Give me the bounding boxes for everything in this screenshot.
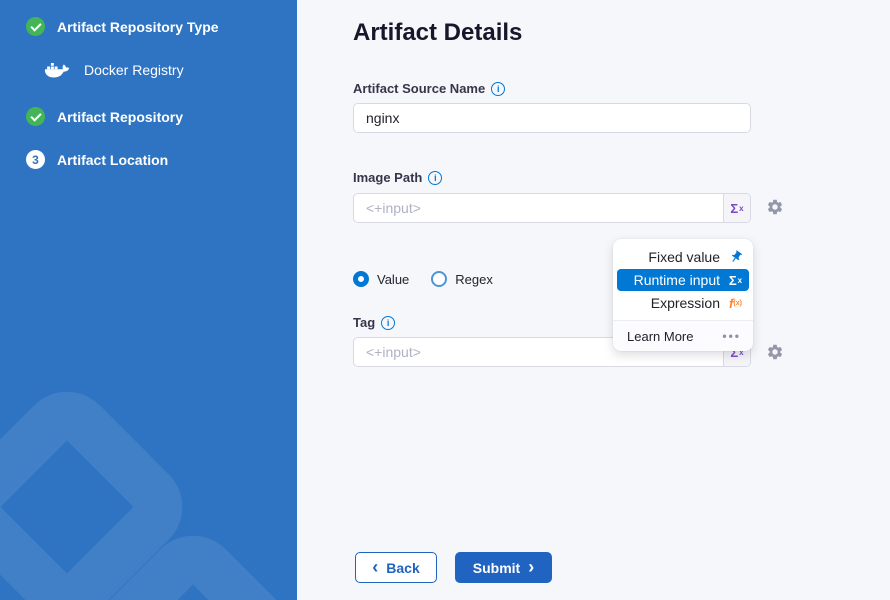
learn-more-link[interactable]: Learn More xyxy=(627,329,693,344)
radio-label: Regex xyxy=(455,272,493,287)
step-number-badge: 3 xyxy=(26,150,45,169)
menu-items: Fixed value Runtime input Σx Expression … xyxy=(613,246,753,314)
sigma-glyph: Σ xyxy=(729,273,737,288)
tag-mode-radio-group: Value Regex xyxy=(353,271,493,287)
sidebar-step-artifact-location[interactable]: 3 Artifact Location xyxy=(26,150,168,169)
sidebar-step-artifact-repository-type[interactable]: Artifact Repository Type xyxy=(26,17,219,36)
menu-footer: Learn More ••• xyxy=(613,320,753,351)
info-icon[interactable]: i xyxy=(381,316,395,330)
menu-item-fixed-value[interactable]: Fixed value xyxy=(617,246,749,268)
menu-item-expression[interactable]: Expression f(x) xyxy=(617,292,749,314)
info-icon[interactable]: i xyxy=(491,82,505,96)
step-complete-check-icon xyxy=(26,17,45,36)
step-label: Artifact Location xyxy=(57,152,168,168)
menu-item-label: Runtime input xyxy=(634,272,720,288)
radio-regex[interactable]: Regex xyxy=(431,271,493,287)
step-label: Artifact Repository Type xyxy=(57,19,219,35)
radio-label: Value xyxy=(377,272,409,287)
tag-settings-gear-icon[interactable] xyxy=(766,343,784,361)
chevron-left-icon: ‹ xyxy=(372,558,378,576)
runtime-input-sigma-button[interactable]: Σx xyxy=(723,194,750,222)
sigma-sup: x xyxy=(738,276,742,285)
menu-item-label: Expression xyxy=(651,295,720,311)
image-path-label: Image Path i xyxy=(353,170,442,185)
more-options-dots-icon[interactable]: ••• xyxy=(722,329,741,343)
radio-unselected-dot xyxy=(431,271,447,287)
pin-icon xyxy=(727,250,744,264)
fx-expression-icon: f(x) xyxy=(727,296,744,311)
submit-button-label: Submit xyxy=(473,560,520,576)
fx-sub: (x) xyxy=(733,300,742,307)
radio-selected-dot xyxy=(353,271,369,287)
image-path-input-group: Σx xyxy=(353,193,751,223)
info-icon[interactable]: i xyxy=(428,171,442,185)
sidebar-step-artifact-repository[interactable]: Artifact Repository xyxy=(26,107,183,126)
label-text: Artifact Source Name xyxy=(353,81,485,96)
sidebar-substep-docker-registry: Docker Registry xyxy=(44,59,184,80)
input-type-dropdown-menu: Fixed value Runtime input Σx Expression … xyxy=(613,239,753,351)
submit-button[interactable]: Submit › xyxy=(455,552,552,583)
menu-item-runtime-input[interactable]: Runtime input Σx xyxy=(617,269,749,291)
back-button[interactable]: ‹ Back xyxy=(355,552,437,583)
chevron-right-icon: › xyxy=(528,558,534,576)
artifact-wizard-screen: Artifact Repository Type Docker Registry… xyxy=(0,0,890,600)
sigma-glyph: Σ xyxy=(730,201,738,216)
step-complete-check-icon xyxy=(26,107,45,126)
back-button-label: Back xyxy=(386,560,419,576)
menu-item-label: Fixed value xyxy=(648,249,720,265)
docker-whale-icon xyxy=(44,59,71,80)
label-text: Tag xyxy=(353,315,375,330)
radio-value[interactable]: Value xyxy=(353,271,409,287)
image-path-input[interactable] xyxy=(354,194,723,222)
artifact-source-name-input[interactable] xyxy=(353,103,751,133)
label-text: Image Path xyxy=(353,170,422,185)
wizard-sidebar: Artifact Repository Type Docker Registry… xyxy=(0,0,297,600)
image-path-settings-gear-icon[interactable] xyxy=(766,198,784,216)
tag-label: Tag i xyxy=(353,315,395,330)
artifact-source-name-label: Artifact Source Name i xyxy=(353,81,505,96)
step-label: Artifact Repository xyxy=(57,109,183,125)
sigma-icon: Σx xyxy=(727,273,744,288)
page-title: Artifact Details xyxy=(353,19,522,47)
substep-label: Docker Registry xyxy=(84,62,184,78)
sigma-sup: x xyxy=(739,204,743,213)
